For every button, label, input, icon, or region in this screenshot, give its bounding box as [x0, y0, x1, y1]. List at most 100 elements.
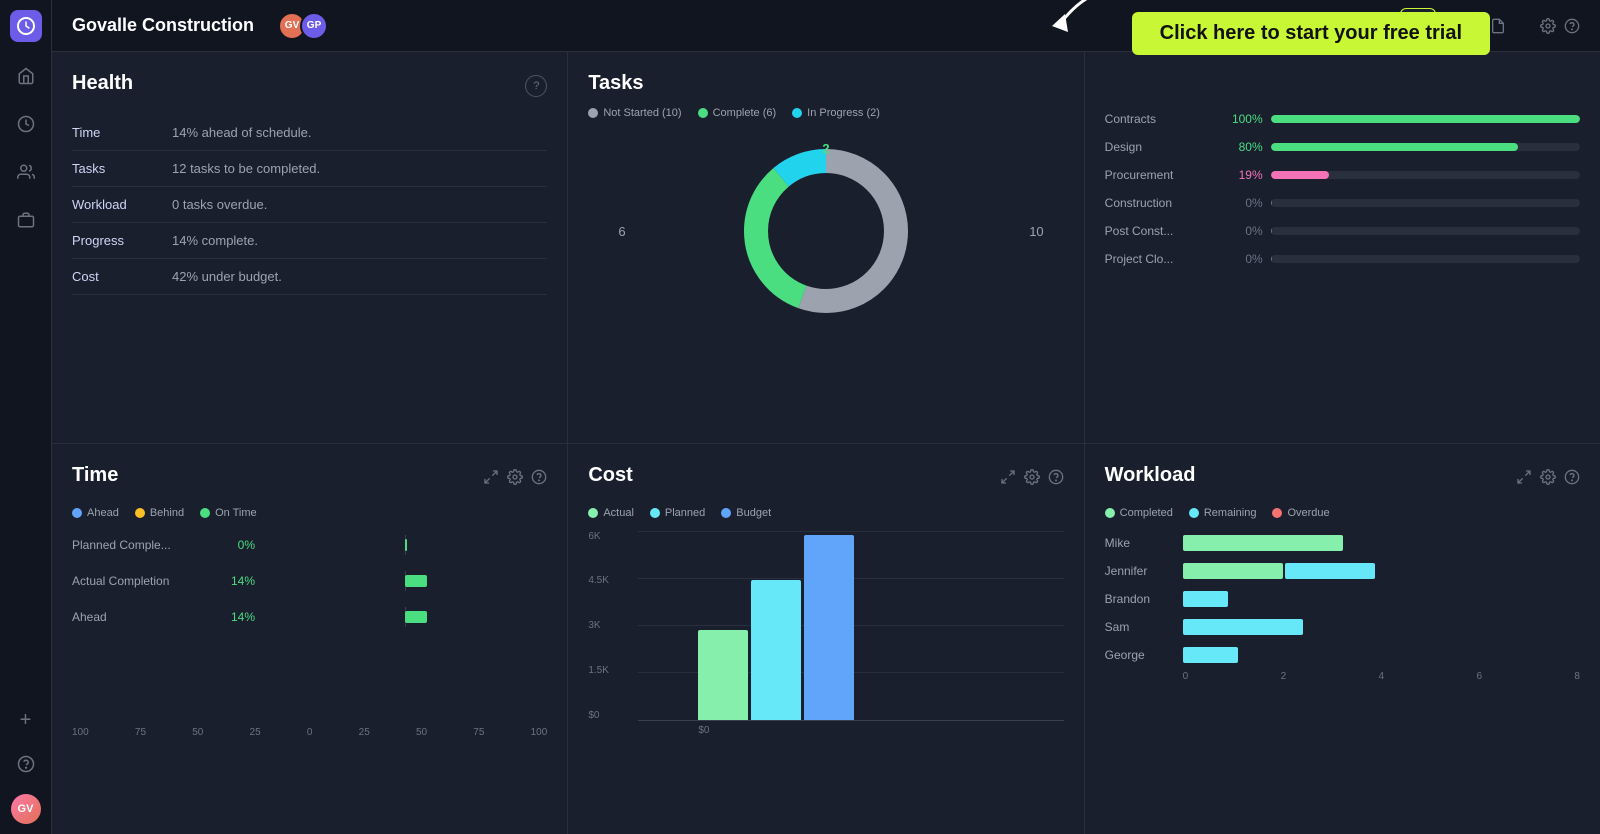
health-value-time: 14% ahead of schedule.: [172, 115, 547, 151]
cost-y-labels: $0 1.5K 3K 4.5K 6K: [588, 531, 609, 721]
legend-on-time: On Time: [200, 507, 257, 519]
legend-remaining: Remaining: [1189, 507, 1257, 519]
sidebar: + GV: [0, 0, 52, 834]
progress-track-post-const: [1271, 227, 1580, 235]
legend-completed: Completed: [1105, 507, 1173, 519]
bar-actual: [698, 630, 748, 720]
cost-expand-icon[interactable]: [1000, 469, 1016, 485]
progress-pct-post-const: 0%: [1223, 224, 1263, 238]
workload-settings-icon[interactable]: [1540, 469, 1556, 485]
workload-help-icon[interactable]: [1564, 469, 1580, 485]
sidebar-item-users[interactable]: [12, 158, 40, 186]
x-label-8: 8: [1574, 671, 1580, 682]
cost-settings-icon[interactable]: [1024, 469, 1040, 485]
progress-track-procurement: [1271, 171, 1580, 179]
workload-title: Workload: [1105, 464, 1196, 487]
legend-not-started: Not Started (10): [588, 107, 681, 119]
sidebar-item-add[interactable]: +: [12, 706, 40, 734]
time-bar-area-actual: [263, 571, 547, 591]
cost-panel-icons: [1000, 469, 1064, 485]
free-trial-banner[interactable]: Click here to start your free trial: [1132, 12, 1490, 55]
progress-row-contracts: Contracts 100%: [1105, 112, 1580, 126]
time-bar-planned: [405, 539, 407, 551]
wbar-jennifer-remaining: [1285, 563, 1375, 579]
cost-chart-wrapper: $0 1.5K 3K 4.5K 6K: [588, 531, 1063, 736]
tasks-legend: Not Started (10) Complete (6) In Progres…: [588, 107, 1063, 119]
help-icon[interactable]: [1564, 18, 1580, 34]
x-label-4: 4: [1379, 671, 1385, 682]
y-label-2: 3K: [588, 620, 609, 631]
progress-track-design: [1271, 143, 1580, 151]
y-label-3: 4.5K: [588, 575, 609, 586]
health-value-workload: 0 tasks overdue.: [172, 187, 547, 223]
legend-overdue: Overdue: [1272, 507, 1329, 519]
in-progress-dot: [792, 108, 802, 118]
complete-dot: [698, 108, 708, 118]
time-panel: Time Ahead: [52, 444, 567, 834]
sidebar-item-home[interactable]: [12, 62, 40, 90]
y-label-0: $0: [588, 710, 609, 721]
completed-label: Completed: [1120, 507, 1173, 519]
time-bar-area-ahead: [263, 607, 547, 627]
sidebar-item-briefcase[interactable]: [12, 206, 40, 234]
behind-dot: [135, 508, 145, 518]
progress-row-design: Design 80%: [1105, 140, 1580, 154]
cost-help-icon[interactable]: [1048, 469, 1064, 485]
time-pct-planned: 0%: [210, 538, 255, 552]
grid-line-6k: [638, 531, 1063, 532]
health-value-progress: 14% complete.: [172, 223, 547, 259]
time-pct-actual: 14%: [210, 574, 255, 588]
progress-pct-project-clo: 0%: [1223, 252, 1263, 266]
actual-dot: [588, 508, 598, 518]
ahead-label: Ahead: [87, 507, 119, 519]
workload-bars-george: [1183, 647, 1238, 663]
planned-label: Planned: [665, 507, 705, 519]
planned-dot: [650, 508, 660, 518]
progress-track-contracts: [1271, 115, 1580, 123]
bar-budget: [804, 535, 854, 720]
workload-name-george: George: [1105, 648, 1175, 662]
progress-label-construction: Construction: [1105, 196, 1215, 210]
workload-row-mike: Mike: [1105, 535, 1580, 551]
avatar-2[interactable]: GP: [300, 12, 328, 40]
cost-panel: Cost Actual: [568, 444, 1083, 834]
bar-planned: [751, 580, 801, 720]
time-chart-rows: Planned Comple... 0% Actual Completion 1…: [72, 535, 547, 627]
health-help-icon[interactable]: ?: [525, 75, 547, 97]
progress-pct-procurement: 19%: [1223, 168, 1263, 182]
project-title: Govalle Construction: [72, 15, 254, 36]
health-label-progress: Progress: [72, 223, 172, 259]
sidebar-item-time[interactable]: [12, 110, 40, 138]
legend-in-progress: In Progress (2): [792, 107, 880, 119]
progress-row-project-clo: Project Clo... 0%: [1105, 252, 1580, 266]
on-time-dot: [200, 508, 210, 518]
time-help-icon[interactable]: [531, 469, 547, 485]
sidebar-item-help[interactable]: [12, 750, 40, 778]
user-avatar[interactable]: GV: [11, 794, 41, 824]
header-avatars: GV GP: [278, 12, 328, 40]
health-row-workload: Workload 0 tasks overdue.: [72, 187, 547, 223]
progress-pct-contracts: 100%: [1223, 112, 1263, 126]
donut-label-top: 2: [822, 141, 829, 156]
workload-expand-icon[interactable]: [1516, 469, 1532, 485]
health-row-progress: Progress 14% complete.: [72, 223, 547, 259]
cost-legend: Actual Planned Budget: [588, 507, 1063, 519]
health-row-cost: Cost 42% under budget.: [72, 259, 547, 295]
workload-name-jennifer: Jennifer: [1105, 564, 1175, 578]
x-label-2: 2: [1281, 671, 1287, 682]
time-settings-icon[interactable]: [507, 469, 523, 485]
settings-icon[interactable]: [1540, 18, 1556, 34]
progress-row-construction: Construction 0%: [1105, 196, 1580, 210]
progress-pct-construction: 0%: [1223, 196, 1263, 210]
time-expand-icon[interactable]: [483, 469, 499, 485]
workload-bars-sam: [1183, 619, 1303, 635]
remaining-dot: [1189, 508, 1199, 518]
health-label-tasks: Tasks: [72, 151, 172, 187]
app-logo[interactable]: [10, 10, 42, 42]
not-started-label: Not Started (10): [603, 107, 681, 119]
x-label-0: 0: [1183, 671, 1189, 682]
ahead-dot: [72, 508, 82, 518]
cost-title: Cost: [588, 464, 632, 487]
workload-bars-brandon: [1183, 591, 1228, 607]
progress-row-post-const: Post Const... 0%: [1105, 224, 1580, 238]
